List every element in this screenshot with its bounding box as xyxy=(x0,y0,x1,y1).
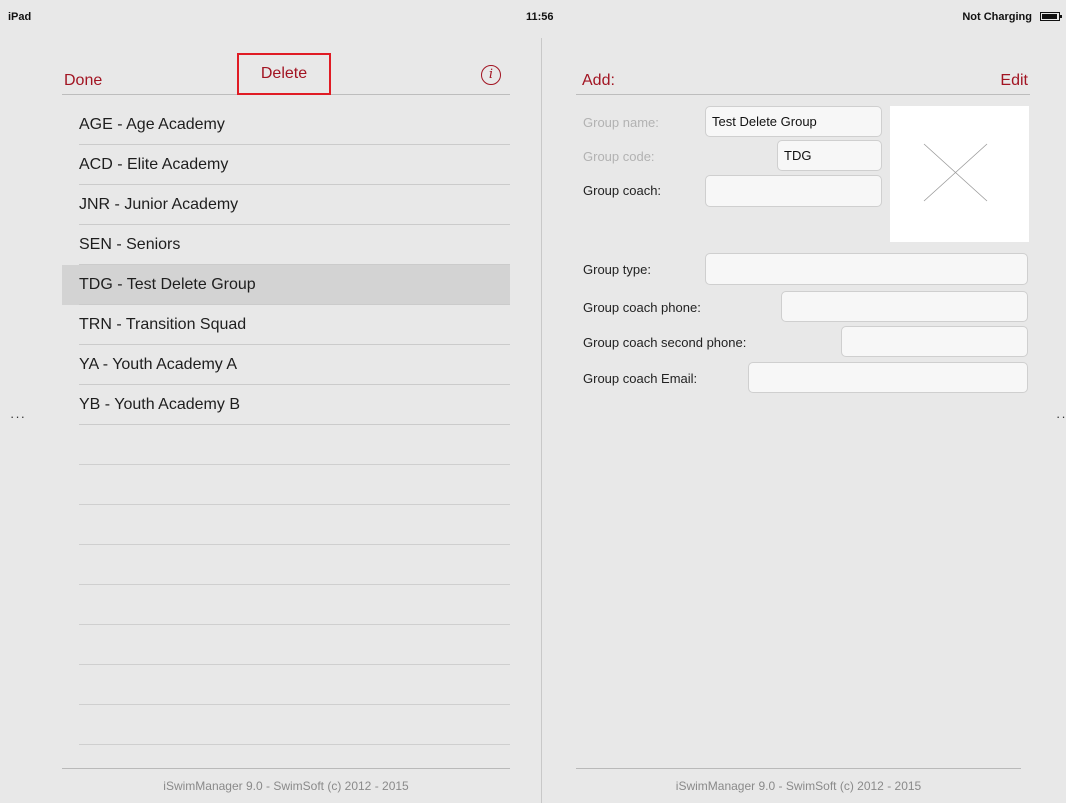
done-button[interactable]: Done xyxy=(64,72,102,90)
group-code-label: Group code: xyxy=(583,149,655,164)
group-detail-toolbar: Add: Edit xyxy=(576,62,1030,95)
group-photo-placeholder[interactable] xyxy=(890,106,1029,242)
info-icon[interactable]: i xyxy=(481,65,501,85)
empty-row xyxy=(62,465,510,505)
battery-icon xyxy=(1040,12,1062,21)
image-placeholder-icon xyxy=(923,143,988,202)
group-row[interactable]: TRN - Transition Squad xyxy=(62,305,510,345)
empty-row xyxy=(62,425,510,465)
group-coach-label: Group coach: xyxy=(583,183,662,198)
group-code-field[interactable]: TDG xyxy=(777,140,882,171)
delete-button[interactable]: Delete xyxy=(237,53,331,95)
left-footer-divider xyxy=(62,768,510,769)
coach-phone-field[interactable] xyxy=(781,291,1028,322)
group-row[interactable]: YB - Youth Academy B xyxy=(62,385,510,425)
group-row-selected[interactable]: TDG - Test Delete Group xyxy=(62,265,510,305)
group-row[interactable]: SEN - Seniors xyxy=(62,225,510,265)
group-name-label: Group name: xyxy=(583,115,659,130)
group-coach-field[interactable] xyxy=(705,175,882,207)
group-row[interactable]: ACD - Elite Academy xyxy=(62,145,510,185)
add-button[interactable]: Add: xyxy=(582,72,615,90)
coach-second-phone-label: Group coach second phone: xyxy=(583,335,747,350)
clock: 11:56 xyxy=(526,11,554,23)
group-list: AGE - Age Academy ACD - Elite Academy JN… xyxy=(62,105,510,745)
status-bar: iPad 11:56 Not Charging xyxy=(0,0,1066,32)
group-type-label: Group type: xyxy=(583,262,651,277)
group-type-field[interactable] xyxy=(705,253,1028,285)
edit-button[interactable]: Edit xyxy=(1000,72,1028,90)
empty-row xyxy=(62,625,510,665)
coach-phone-label: Group coach phone: xyxy=(583,300,701,315)
empty-row xyxy=(62,665,510,705)
coach-email-label: Group coach Email: xyxy=(583,371,698,386)
coach-second-phone-field[interactable] xyxy=(841,326,1028,357)
empty-row xyxy=(62,585,510,625)
left-footer-copyright: iSwimManager 9.0 - SwimSoft (c) 2012 - 2… xyxy=(163,779,409,793)
group-row[interactable]: YA - Youth Academy A xyxy=(62,345,510,385)
group-list-toolbar: Done Delete i xyxy=(62,53,510,95)
group-row[interactable]: AGE - Age Academy xyxy=(62,105,510,145)
right-footer-copyright: iSwimManager 9.0 - SwimSoft (c) 2012 - 2… xyxy=(675,779,922,793)
empty-row xyxy=(62,505,510,545)
pane-divider xyxy=(541,38,542,803)
group-row[interactable]: JNR - Junior Academy xyxy=(62,185,510,225)
left-pane-handle-icon[interactable]: ··· xyxy=(10,409,26,424)
empty-row xyxy=(62,705,510,745)
right-footer-divider xyxy=(576,768,1021,769)
coach-email-field[interactable] xyxy=(748,362,1028,393)
right-pane-handle-icon[interactable]: ·· xyxy=(1056,409,1066,424)
charging-status: Not Charging xyxy=(962,11,1032,23)
empty-row xyxy=(62,545,510,585)
group-name-field[interactable]: Test Delete Group xyxy=(705,106,882,137)
device-name: iPad xyxy=(8,11,32,23)
